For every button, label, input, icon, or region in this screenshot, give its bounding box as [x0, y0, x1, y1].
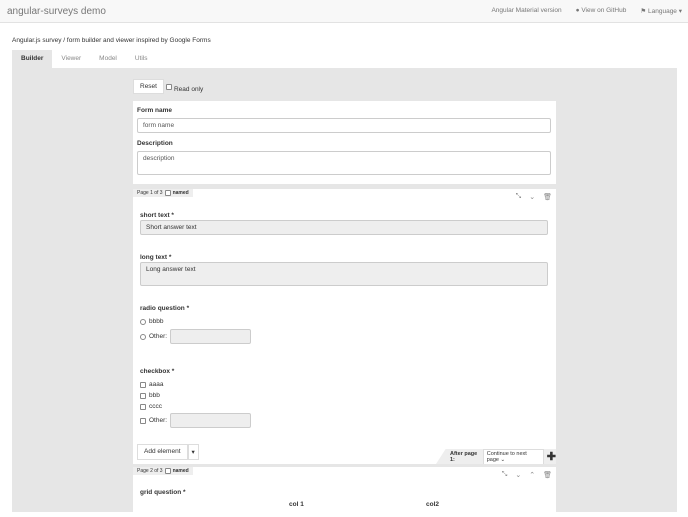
named-checkbox[interactable]: [164, 190, 171, 196]
option-label: cccc: [149, 403, 162, 410]
checkbox[interactable]: [140, 403, 146, 410]
tab-model[interactable]: Model: [90, 50, 126, 68]
form-details-card: Form name form name Description descript…: [133, 101, 556, 184]
option-label: aaaa: [149, 381, 164, 388]
question-label: grid question *: [140, 489, 186, 496]
long-answer-input[interactable]: Long answer text: [140, 262, 548, 286]
named-label: named: [172, 468, 189, 474]
option-label: bbb: [149, 392, 160, 399]
checkbox[interactable]: [140, 417, 146, 424]
read-only-label: Read only: [173, 86, 204, 93]
radio-option-other[interactable]: Other:: [140, 329, 252, 344]
navbar: angular-surveys demo Angular Material ve…: [0, 0, 688, 23]
add-page-icon[interactable]: ✚: [547, 450, 556, 463]
radio-button[interactable]: [140, 318, 146, 325]
collapse-icon[interactable]: ⤡: [516, 193, 522, 201]
description-input[interactable]: description: [137, 151, 551, 175]
checkbox[interactable]: [140, 381, 146, 388]
question-label: radio question *: [140, 305, 190, 312]
checkbox[interactable]: [140, 392, 146, 399]
page-1-header: Page 1 of 3: [137, 190, 163, 196]
page-2-card: Page 2 of 3 named ⤡ ⌄ ⌃ 🗑 grid question * co…: [133, 467, 556, 517]
github-label: View on GitHub: [581, 7, 627, 14]
github-icon: ●: [575, 7, 580, 14]
tab-utils[interactable]: Utils: [126, 50, 157, 68]
question-label: checkbox *: [140, 368, 175, 375]
subtitle: Angular.js survey / form builder and vie…: [12, 37, 211, 44]
collapse-icon[interactable]: ⤡: [502, 471, 508, 479]
radio-button[interactable]: [140, 333, 146, 340]
trash-icon[interactable]: 🗑: [543, 193, 552, 201]
language-dropdown[interactable]: ⚑ Language ▾: [640, 7, 682, 15]
reset-button[interactable]: Reset: [133, 79, 164, 94]
material-version-link[interactable]: Angular Material version: [491, 7, 561, 15]
move-down-icon[interactable]: ⌄: [515, 471, 521, 479]
other-input[interactable]: [170, 413, 252, 428]
flag-icon: ⚑: [640, 8, 647, 15]
github-link[interactable]: ● View on GitHub: [576, 7, 627, 15]
grid-column-header: col2: [426, 501, 440, 508]
add-element-dropdown[interactable]: ▾: [187, 444, 199, 460]
move-up-icon[interactable]: ⌃: [529, 471, 535, 479]
other-input[interactable]: [170, 329, 252, 344]
brand[interactable]: angular-surveys demo: [7, 6, 106, 17]
option-label: Other:: [149, 417, 168, 424]
tab-viewer[interactable]: Viewer: [52, 50, 90, 68]
checkbox-option-other[interactable]: Other:: [140, 413, 252, 428]
tab-builder[interactable]: Builder: [12, 50, 53, 68]
after-page-select[interactable]: Continue to next page ⌄: [482, 449, 544, 464]
page-2-header: Page 2 of 3: [137, 468, 163, 474]
read-only-checkbox[interactable]: [165, 83, 172, 90]
checkbox-option[interactable]: cccc: [140, 403, 162, 410]
builder-panel: Reset Read only Form name form name Desc…: [12, 68, 677, 517]
form-name-label: Form name: [137, 107, 173, 114]
move-down-icon[interactable]: ⌄: [529, 193, 535, 201]
radio-option[interactable]: bbbb: [140, 318, 163, 325]
checkbox-option[interactable]: bbb: [140, 392, 160, 399]
grid-column-header: col 1: [289, 501, 304, 508]
named-checkbox[interactable]: [164, 468, 171, 474]
question-label: long text *: [140, 254, 172, 261]
short-answer-input[interactable]: Short answer text: [140, 220, 548, 235]
after-page-label: After page 1:: [450, 450, 478, 463]
description-label: Description: [137, 140, 173, 147]
add-element-button[interactable]: Add element: [137, 444, 188, 460]
page-1-card: Page 1 of 3 named ⤡ ⌄ 🗑 short text * Short …: [133, 189, 556, 464]
language-label: Language: [648, 8, 677, 15]
named-label: named: [172, 190, 189, 196]
after-page-value: Continue to next page: [486, 450, 527, 463]
form-name-input[interactable]: form name: [137, 118, 551, 133]
question-label: short text *: [140, 212, 174, 219]
trash-icon[interactable]: 🗑: [543, 471, 552, 479]
option-label: bbbb: [149, 318, 164, 325]
checkbox-option[interactable]: aaaa: [140, 381, 163, 388]
option-label: Other:: [149, 333, 168, 340]
